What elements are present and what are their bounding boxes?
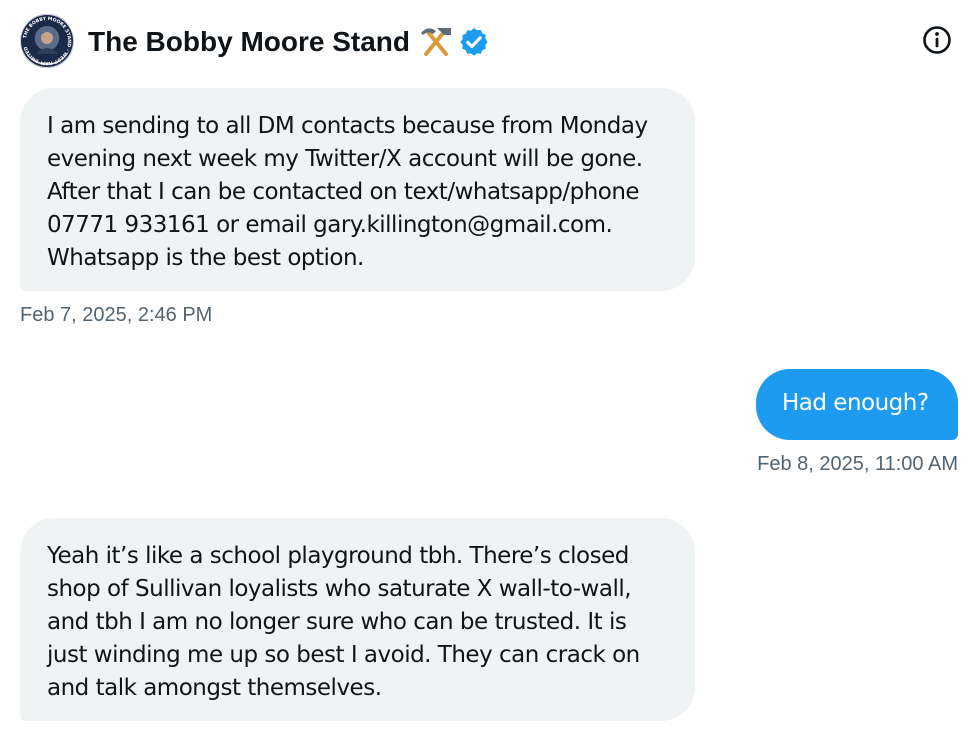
conversation-header: THE BOBBY MOORE STAND · WEST HAM UNITED …: [0, 0, 980, 84]
avatar[interactable]: THE BOBBY MOORE STAND · WEST HAM UNITED: [20, 14, 74, 68]
message-timestamp: Feb 8, 2025, 11:00 AM: [757, 453, 958, 475]
message-text-line: I am sending to all DM contacts because …: [47, 113, 648, 139]
message-text-line: evening next week my Twitter/X account w…: [47, 146, 643, 172]
message-text-line: Yeah it’s like a school playground tbh. …: [47, 543, 629, 569]
contact-name[interactable]: The Bobby Moore Stand: [88, 22, 410, 62]
message-text-line: shop of Sullivan loyalists who saturate …: [47, 576, 632, 602]
message-text-line: After that I can be contacted on text/wh…: [47, 179, 640, 205]
verified-badge-icon[interactable]: [458, 26, 490, 58]
message-text-line: and tbh I am no longer sure who can be t…: [47, 609, 627, 635]
message-text-line: Whatsapp is the best option.: [47, 245, 364, 271]
hammer-and-pick-icon: [421, 28, 451, 56]
message-text-line: Had enough?: [782, 390, 929, 416]
message-text-line: just winding me up so best I avoid. They…: [47, 642, 640, 668]
message-bubble-outgoing[interactable]: Had enough?: [756, 369, 958, 440]
message-text-line: 07771 933161 or email gary.killington@gm…: [47, 212, 613, 238]
message-bubble-incoming[interactable]: Yeah it’s like a school playground tbh. …: [20, 518, 695, 721]
message-bubble-incoming[interactable]: I am sending to all DM contacts because …: [20, 88, 695, 291]
avatar-logo: THE BOBBY MOORE STAND · WEST HAM UNITED: [21, 15, 73, 67]
message-timestamp: Feb 7, 2025, 2:46 PM: [20, 304, 213, 326]
message-text-line: and talk amongst themselves.: [47, 675, 382, 701]
info-icon[interactable]: [921, 24, 953, 56]
